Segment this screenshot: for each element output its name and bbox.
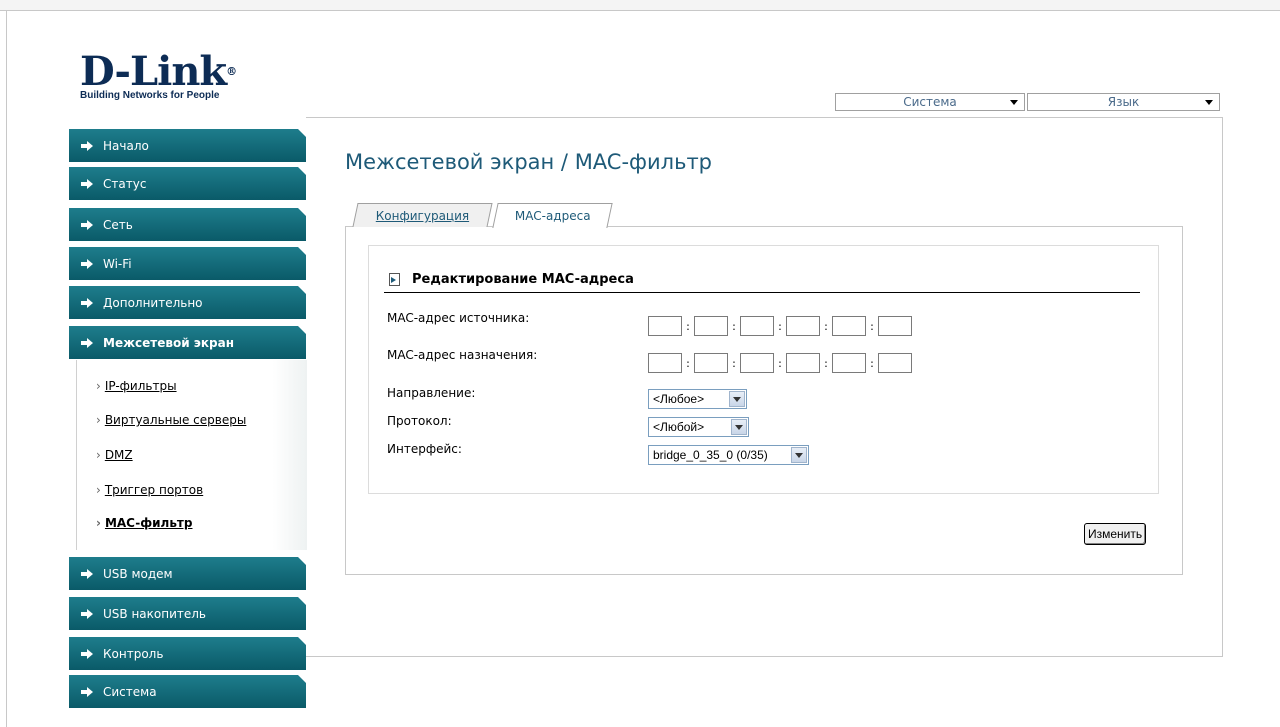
arrow-right-icon	[81, 337, 95, 348]
subitem-port-trigger[interactable]: › Триггер портов	[96, 483, 203, 497]
sidebar-item-status[interactable]: Статус	[69, 167, 306, 200]
section-title: Редактирование MAC-адреса	[412, 272, 634, 287]
interface-select[interactable]: bridge_0_35_0 (0/35)	[648, 445, 809, 465]
tab-mac-addresses[interactable]: MAC-адреса	[492, 203, 613, 228]
sidebar-item-system[interactable]: Система	[69, 675, 306, 708]
system-select[interactable]: Система	[835, 93, 1025, 111]
language-select-label: Язык	[1107, 95, 1140, 109]
document-icon	[389, 273, 400, 286]
chevron-down-icon	[1205, 100, 1213, 105]
mac-octet-field[interactable]	[878, 316, 912, 336]
subitem-virtual-servers[interactable]: › Виртуальные серверы	[96, 413, 246, 427]
system-select-label: Система	[903, 95, 957, 109]
arrow-right-icon	[81, 568, 95, 579]
arrow-right-icon	[81, 219, 95, 230]
mac-octet-field[interactable]	[786, 316, 820, 336]
arrow-right-icon	[81, 648, 95, 659]
mac-octet-field[interactable]	[694, 353, 728, 373]
mac-octet-field[interactable]	[740, 353, 774, 373]
protocol-value: <Любой>	[653, 420, 705, 434]
arrow-right-icon	[81, 140, 95, 151]
src-mac-label: MAC-адрес источника:	[387, 311, 530, 325]
tab-label: MAC-адреса	[514, 209, 591, 223]
sidebar-item-label: Контроль	[103, 646, 164, 661]
section-header: Редактирование MAC-адреса	[389, 272, 634, 287]
sidebar-item-label: Статус	[103, 176, 147, 191]
arrow-right-icon	[81, 686, 95, 697]
mac-octet-field[interactable]	[648, 353, 682, 373]
sidebar-item-usb-storage[interactable]: USB накопитель	[69, 597, 306, 630]
subitem-label: MAC-фильтр	[104, 516, 193, 530]
mac-octet-field[interactable]	[648, 316, 682, 336]
dst-mac-input: : : : : :	[648, 353, 912, 373]
logo-tagline: Building Networks for People	[80, 90, 220, 101]
change-button[interactable]: Изменить	[1084, 523, 1147, 545]
page-title: Межсетевой экран / MAC-фильтр	[345, 150, 713, 174]
arrow-right-icon	[81, 608, 95, 619]
chevron-down-icon	[791, 447, 807, 463]
direction-value: <Любое>	[653, 392, 705, 406]
chevron-down-icon	[729, 391, 745, 407]
mac-octet-field[interactable]	[832, 316, 866, 336]
interface-label: Интерфейс:	[387, 442, 462, 456]
subitem-ip-filters[interactable]: › IP-фильтры	[96, 379, 177, 393]
dst-mac-label: MAC-адрес назначения:	[387, 348, 538, 362]
language-select[interactable]: Язык	[1027, 93, 1220, 111]
mac-octet-field[interactable]	[786, 353, 820, 373]
subitem-label: IP-фильтры	[104, 379, 177, 393]
sidebar-item-label: Система	[103, 684, 157, 699]
src-mac-input: : : : : :	[648, 316, 912, 336]
mac-octet-field[interactable]	[694, 316, 728, 336]
sidebar-item-label: Дополнительно	[103, 295, 203, 310]
arrow-right-icon	[81, 178, 95, 189]
chevron-down-icon	[1010, 100, 1018, 105]
sidebar-item-control[interactable]: Контроль	[69, 637, 306, 670]
bullet-icon: ›	[96, 483, 101, 497]
logo-brand: D-Link	[80, 48, 227, 95]
sidebar-item-network[interactable]: Сеть	[69, 208, 306, 241]
section-divider	[384, 292, 1140, 293]
mac-octet-field[interactable]	[832, 353, 866, 373]
tab-configuration[interactable]: Конфигурация	[352, 203, 493, 227]
sidebar-item-firewall[interactable]: Межсетевой экран	[69, 326, 306, 359]
subitem-label: DMZ	[104, 448, 133, 462]
mac-octet-field[interactable]	[740, 316, 774, 336]
bullet-icon: ›	[96, 413, 101, 427]
sidebar-item-usb-modem[interactable]: USB модем	[69, 557, 306, 590]
protocol-label: Протокол:	[387, 414, 452, 428]
direction-label: Направление:	[387, 386, 476, 400]
sidebar-item-advanced[interactable]: Дополнительно	[69, 286, 306, 319]
left-border	[6, 10, 7, 727]
sidebar-item-label: Начало	[103, 138, 149, 153]
arrow-right-icon	[81, 297, 95, 308]
dlink-logo: D-Link® Building Networks for People	[80, 48, 237, 102]
protocol-select[interactable]: <Любой>	[648, 417, 749, 437]
mac-octet-field[interactable]	[878, 353, 912, 373]
sidebar-item-label: Межсетевой экран	[103, 335, 235, 350]
interface-value: bridge_0_35_0 (0/35)	[653, 448, 768, 462]
sidebar-item-label: Wi-Fi	[103, 256, 132, 271]
arrow-right-icon	[81, 258, 95, 269]
direction-select[interactable]: <Любое>	[648, 389, 747, 409]
subitem-label: Виртуальные серверы	[104, 413, 247, 427]
sidebar-item-label: USB модем	[103, 566, 173, 581]
subitem-mac-filter[interactable]: › MAC-фильтр	[96, 516, 192, 530]
sidebar-item-label: Сеть	[103, 217, 133, 232]
sidebar-item-wifi[interactable]: Wi-Fi	[69, 247, 306, 280]
sidebar-item-home[interactable]: Начало	[69, 129, 306, 162]
bullet-icon: ›	[96, 448, 101, 462]
tab-label: Конфигурация	[375, 208, 470, 223]
browser-top-border	[0, 0, 1280, 11]
bullet-icon: ›	[96, 379, 101, 393]
sidebar-item-label: USB накопитель	[103, 606, 206, 621]
chevron-down-icon	[731, 419, 747, 435]
subitem-label: Триггер портов	[104, 483, 204, 497]
subitem-dmz[interactable]: › DMZ	[96, 448, 133, 462]
bullet-icon: ›	[96, 516, 101, 530]
